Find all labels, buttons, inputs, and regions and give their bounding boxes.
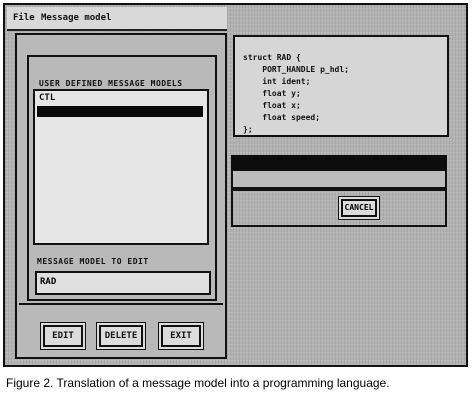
cancel-button[interactable]: CANCEL (341, 199, 377, 217)
code-line: int ident; (243, 77, 311, 86)
code-line: float speed; (243, 113, 321, 122)
code-line: float y; (243, 89, 301, 98)
list-item[interactable]: CTL (37, 93, 203, 104)
list-item-selected[interactable] (37, 106, 203, 117)
cancel-panel: CANCEL (231, 189, 447, 227)
divider (19, 303, 223, 305)
output-panel (231, 169, 447, 189)
edit-field-value: RAD (40, 277, 57, 287)
code-line: }; (243, 125, 253, 134)
menu-file[interactable]: File (13, 13, 35, 23)
code-line: struct RAD { (243, 53, 301, 62)
menu-bar: File Message model (7, 7, 227, 31)
list-label: USER DEFINED MESSAGE MODELS (39, 79, 183, 88)
figure-caption: Figure 2. Translation of a message model… (6, 376, 390, 390)
edit-label: MESSAGE MODEL TO EDIT (37, 257, 149, 266)
code-line: PORT_HANDLE p_hdl; (243, 65, 349, 74)
code-line: float x; (243, 101, 301, 110)
edit-button[interactable]: EDIT (43, 325, 83, 347)
exit-button[interactable]: EXIT (161, 325, 201, 347)
delete-button[interactable]: DELETE (99, 325, 143, 347)
message-model-panel: USER DEFINED MESSAGE MODELS CTL MESSAGE … (15, 33, 227, 359)
selection-bar (231, 155, 447, 169)
screenshot-screen: File Message model USER DEFINED MESSAGE … (3, 3, 468, 367)
menu-message-model[interactable]: Message model (41, 13, 111, 23)
model-to-edit-field[interactable]: RAD (35, 271, 211, 295)
models-listbox[interactable]: CTL (33, 89, 209, 245)
code-window: struct RAD { PORT_HANDLE p_hdl; int iden… (233, 35, 449, 137)
